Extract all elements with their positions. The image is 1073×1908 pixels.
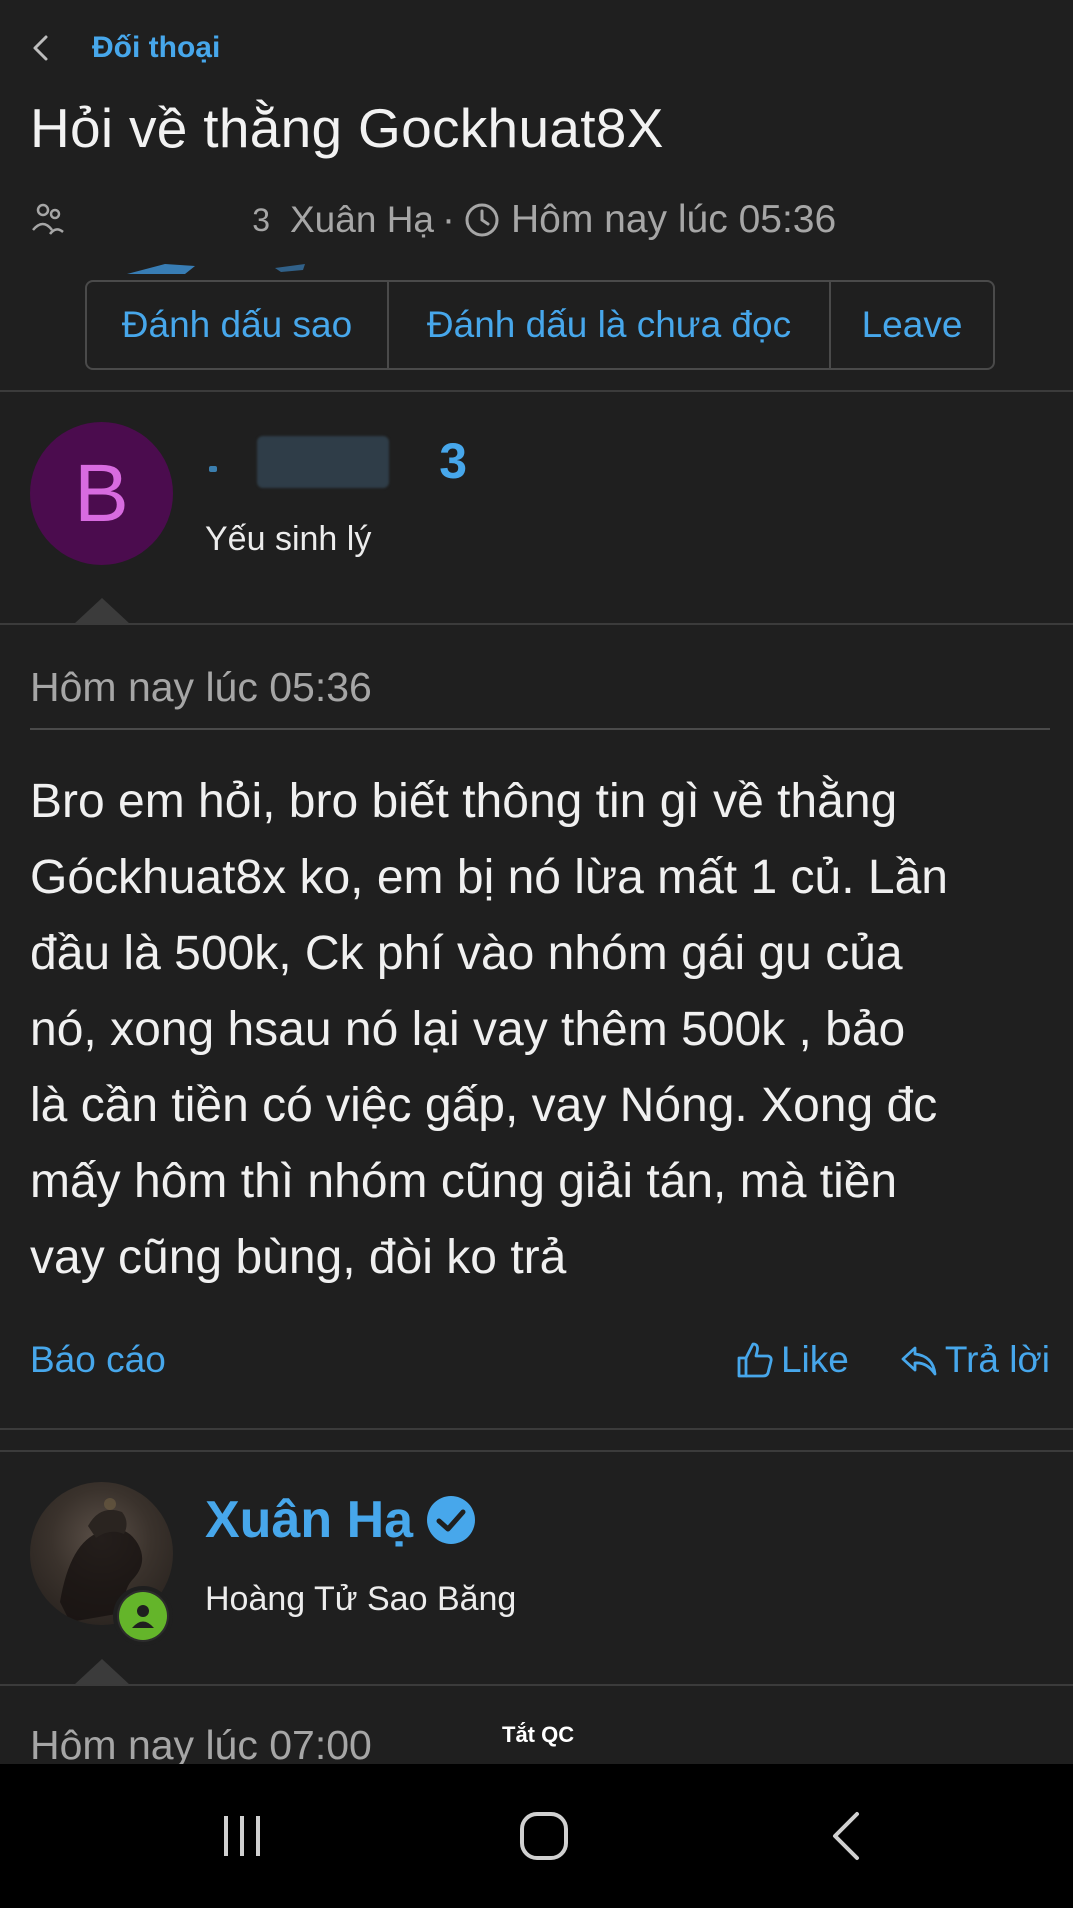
message-pointer bbox=[74, 1659, 130, 1685]
user-title: Yếu sinh lý bbox=[205, 520, 372, 558]
like-label: Like bbox=[780, 1339, 849, 1380]
message-actions: Báo cáo Like Trả lời bbox=[30, 1334, 1050, 1386]
message-date[interactable]: Hôm nay lúc 07:00 bbox=[30, 1722, 372, 1764]
home-icon bbox=[520, 1812, 568, 1860]
reply-icon bbox=[901, 1346, 937, 1376]
message-body: Bro em hỏi, bro biết thông tin gì về thằ… bbox=[30, 764, 1060, 1296]
conversation-screen: Đối thoại Hỏi về thằng Gockhuat8X 3 Xuân… bbox=[0, 0, 1073, 1764]
reply-label: Trả lời bbox=[944, 1339, 1050, 1380]
ad-toggle-button[interactable]: Tắt QC bbox=[502, 1722, 574, 1748]
breadcrumb-link-conversations[interactable]: Đối thoại bbox=[92, 31, 220, 65]
page-title: Hỏi về thằng Gockhuat8X bbox=[30, 97, 664, 159]
message-line: vay cũng bùng, đòi ko trả bbox=[30, 1231, 567, 1284]
redaction-speck bbox=[209, 466, 217, 472]
leave-button[interactable]: Leave bbox=[831, 282, 993, 368]
divider bbox=[0, 1684, 1073, 1686]
home-button[interactable] bbox=[504, 1804, 584, 1868]
participant-name-redacted: 3 bbox=[78, 196, 278, 244]
like-button[interactable]: Like bbox=[735, 1339, 849, 1381]
redaction-streak bbox=[127, 264, 305, 274]
people-icon bbox=[32, 203, 64, 235]
username-link[interactable]: 3 bbox=[205, 432, 475, 492]
message-pointer bbox=[74, 598, 130, 624]
message-line: là cần tiền có việc gấp, vay Nóng. Xong … bbox=[30, 1079, 938, 1132]
avatar[interactable]: B bbox=[30, 422, 173, 565]
report-button[interactable]: Báo cáo bbox=[30, 1339, 166, 1381]
back-button[interactable] bbox=[807, 1804, 887, 1868]
recents-button[interactable] bbox=[202, 1804, 282, 1868]
system-navigation-bar bbox=[0, 1764, 1073, 1908]
back-icon bbox=[833, 1812, 859, 1860]
message-line: Bro em hỏi, bro biết thông tin gì về thằ… bbox=[30, 775, 898, 828]
verified-badge-icon bbox=[427, 1496, 476, 1544]
username-link[interactable]: Xuân Hạ bbox=[205, 1490, 477, 1550]
username[interactable]: Xuân Hạ bbox=[205, 1490, 413, 1550]
user-title: Hoàng Tử Sao Băng bbox=[205, 1580, 517, 1618]
divider bbox=[0, 1428, 1073, 1430]
divider bbox=[0, 623, 1073, 625]
online-status-icon bbox=[113, 1586, 173, 1646]
thumbs-up-icon bbox=[737, 1342, 773, 1378]
username-tail[interactable]: 3 bbox=[439, 432, 467, 490]
clock-icon bbox=[465, 203, 499, 237]
meta-time: Hôm nay lúc 05:36 bbox=[511, 198, 837, 241]
date-divider bbox=[30, 728, 1050, 730]
reply-button[interactable]: Trả lời bbox=[899, 1339, 1050, 1381]
participant-name-tail: 3 bbox=[252, 202, 270, 238]
divider bbox=[0, 390, 1073, 392]
star-button[interactable]: Đánh dấu sao bbox=[87, 282, 389, 368]
message-line: mấy hôm thì nhóm cũng giải tán, mà tiền bbox=[30, 1155, 898, 1208]
chevron-left-icon[interactable] bbox=[30, 28, 58, 68]
conversation-meta: 3 Xuân Hạ · Hôm nay lúc 05:36 bbox=[30, 196, 836, 244]
message-line: Góckhuat8x ko, em bị nó lừa mất 1 củ. Lầ… bbox=[30, 851, 948, 904]
message-line: nó, xong hsau nó lại vay thêm 500k , bảo bbox=[30, 1003, 906, 1056]
mark-unread-button[interactable]: Đánh dấu là chưa đọc bbox=[389, 282, 831, 368]
meta-author[interactable]: Xuân Hạ bbox=[290, 199, 434, 241]
divider bbox=[0, 1450, 1073, 1452]
meta-separator: · bbox=[442, 198, 455, 241]
message-date[interactable]: Hôm nay lúc 05:36 bbox=[30, 664, 372, 711]
message-line: đầu là 500k, Ck phí vào nhóm gái gu của bbox=[30, 927, 903, 980]
breadcrumb[interactable]: Đối thoại bbox=[30, 28, 220, 68]
username-redaction bbox=[257, 436, 389, 488]
recents-icon bbox=[224, 1816, 260, 1856]
conversation-actions: Đánh dấu sao Đánh dấu là chưa đọc Leave bbox=[85, 280, 995, 370]
